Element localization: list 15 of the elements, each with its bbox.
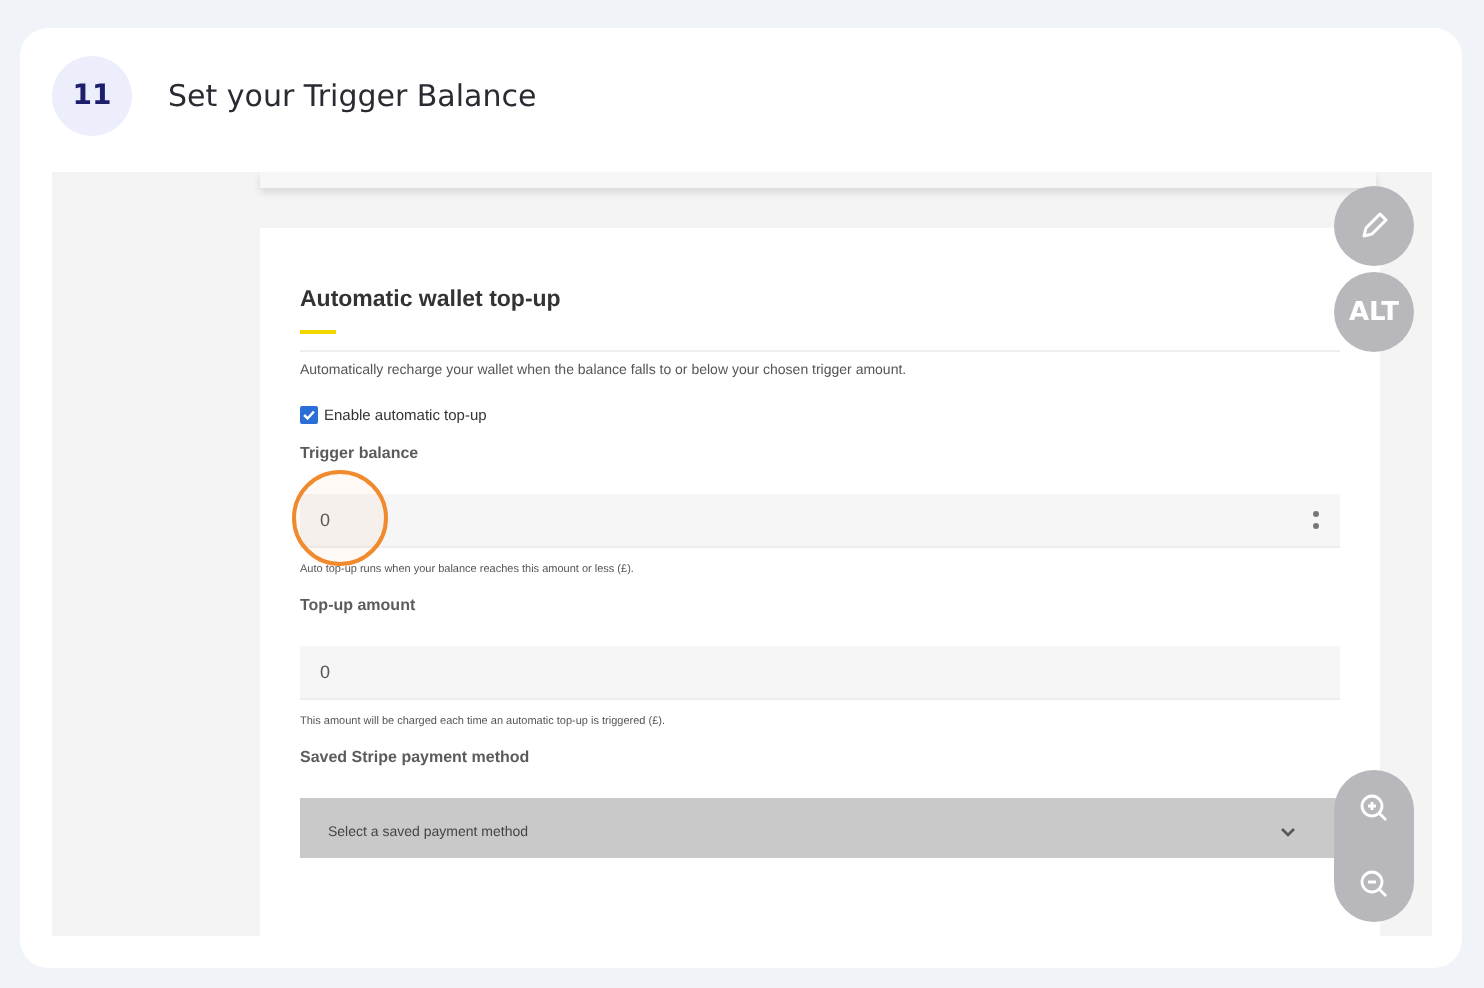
step-number: 11 [52,56,132,136]
spinner-icon [1312,510,1320,530]
zoom-in-icon [1358,792,1390,824]
input-field[interactable]: 0 [300,494,1340,548]
heading-underline [300,330,336,334]
step-title: Set your Trigger Balance [168,78,537,114]
field-label: Top-up amount [300,596,418,614]
zoom-out-icon [1358,868,1390,900]
input-field[interactable]: 0 [300,646,1340,700]
field-label: Saved Stripe payment method [300,748,532,766]
chevron-down-icon [1280,826,1296,838]
checkbox[interactable] [300,406,318,424]
section-heading: Automatic wallet top-up [300,288,563,312]
edit-button[interactable] [1334,186,1414,266]
field-label: Trigger balance [300,444,421,462]
